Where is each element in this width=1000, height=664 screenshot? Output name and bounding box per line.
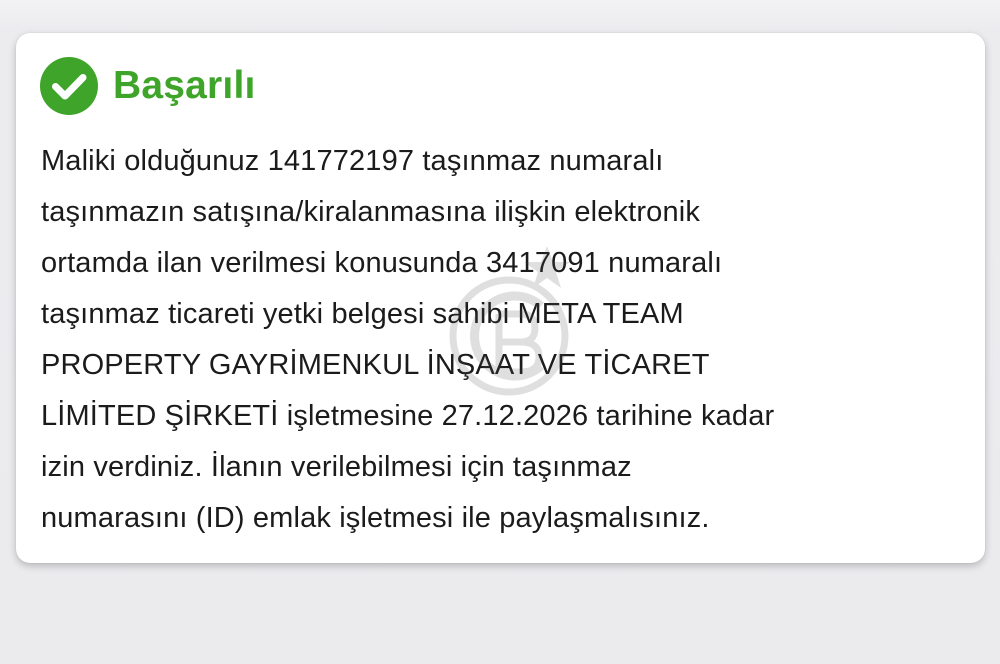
- message-line: LİMİTED ŞİRKETİ işletmesine 27.12.2026 t…: [41, 400, 775, 432]
- check-circle-icon: [40, 57, 98, 115]
- alert-header: Başarılı: [40, 56, 256, 116]
- alert-message: Maliki olduğunuz 141772197 taşınmaz numa…: [41, 136, 976, 544]
- message-line: izin verdiniz. İlanın verilebilmesi için…: [41, 451, 632, 483]
- alert-title: Başarılı: [113, 64, 256, 107]
- message-line: numarasını (ID) emlak işletmesi ile payl…: [41, 502, 710, 534]
- message-line: taşınmazın satışına/kiralanmasına ilişki…: [41, 196, 700, 228]
- message-line: taşınmaz ticareti yetki belgesi sahibi M…: [41, 298, 684, 330]
- message-line: PROPERTY GAYRİMENKUL İNŞAAT VE TİCARET: [41, 349, 710, 381]
- message-line: ortamda ilan verilmesi konusunda 3417091…: [41, 247, 723, 279]
- page: Başarılı Maliki olduğunuz 141772197 taşı…: [0, 0, 1000, 664]
- success-alert-card: Başarılı Maliki olduğunuz 141772197 taşı…: [16, 33, 985, 563]
- message-line: Maliki olduğunuz 141772197 taşınmaz numa…: [41, 145, 664, 177]
